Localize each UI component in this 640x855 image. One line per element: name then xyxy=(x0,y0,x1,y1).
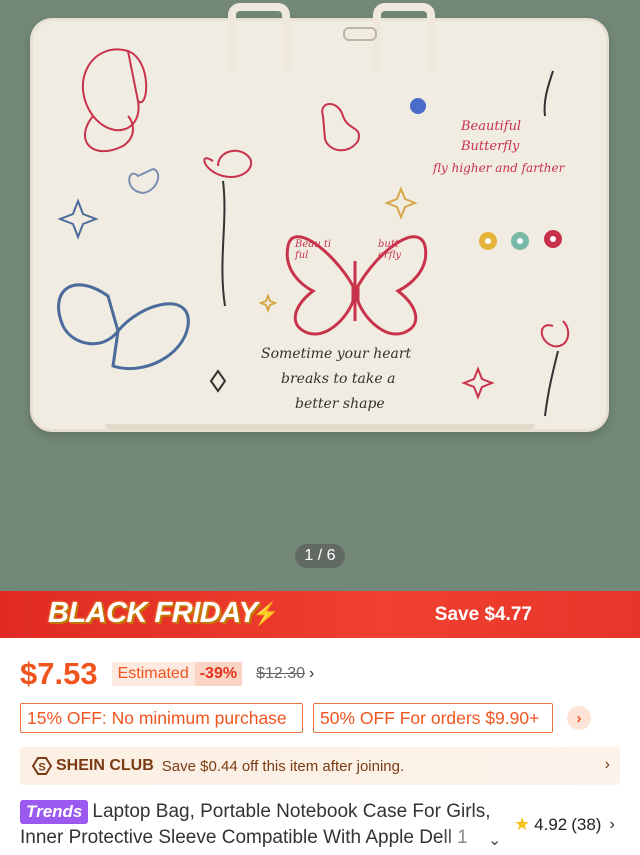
butterfly-icon xyxy=(82,48,148,153)
chevron-right-icon[interactable]: › xyxy=(309,665,314,683)
laptop-bag-image: Beautiful Butterfly fly higher and farth… xyxy=(30,3,609,432)
coupon-50-off[interactable]: 50% OFF For orders $9.90+ xyxy=(313,703,553,733)
rating-score: 4.92 xyxy=(534,814,568,834)
rating-count: (38) xyxy=(571,814,602,834)
bag-bottom-edge xyxy=(105,424,535,430)
bag-wing-text-left: Beau ti ful xyxy=(295,239,332,261)
current-price: $7.53 xyxy=(20,656,98,691)
title-fade-overlay xyxy=(440,823,515,853)
trends-badge: Trends xyxy=(20,800,89,824)
bag-text-beautiful: Beautiful xyxy=(461,119,522,134)
original-price[interactable]: $12.30 xyxy=(256,665,305,683)
bag-quote-line3: better shape xyxy=(295,396,385,412)
image-pager-indicator: 1 / 6 xyxy=(295,544,345,568)
chevron-right-icon: › xyxy=(609,815,615,833)
shein-club-banner[interactable]: S SHEIN CLUB Save $0.44 off this item af… xyxy=(20,747,620,785)
svg-text:S: S xyxy=(38,762,45,774)
estimated-label: Estimated xyxy=(117,665,189,682)
promo-save-amount: Save $4.77 xyxy=(434,604,532,625)
bag-text-fly-higher: fly higher and farther xyxy=(433,161,565,175)
black-friday-title: BLACK FRIDAY xyxy=(48,597,258,629)
estimated-badge: Estimated -39% xyxy=(111,662,243,686)
product-image-gallery[interactable]: Beautiful Butterfly fly higher and farth… xyxy=(0,0,640,591)
expand-title-icon[interactable]: ⌄ xyxy=(488,830,501,850)
black-friday-banner[interactable]: BLACK FRIDAY ⚡ Save $4.77 xyxy=(0,591,640,638)
discount-percent: -39% xyxy=(194,662,243,686)
coupon-15-off[interactable]: 15% OFF: No minimum purchase xyxy=(20,703,303,733)
shein-club-logo-icon: S xyxy=(32,757,52,775)
bag-quote-line1: Sometime your heart xyxy=(261,346,412,362)
sparkle-icon: ⚡ xyxy=(252,601,280,626)
bag-text-butterfly: Butterfly xyxy=(461,139,520,154)
club-offer-text: Save $0.44 off this item after joining. xyxy=(161,757,405,775)
bag-illustrations xyxy=(57,48,570,417)
rating-summary[interactable]: ★ 4.92 (38) › xyxy=(514,814,615,835)
product-title[interactable]: Trends Laptop Bag, Portable Notebook Case… xyxy=(20,799,510,851)
price-row: $7.53 Estimated -39% $12.30 › xyxy=(20,654,314,694)
chevron-right-icon: › xyxy=(604,756,610,773)
bag-wing-text-right: butt erfly xyxy=(378,239,402,261)
bag-quote-line2: breaks to take a xyxy=(281,371,396,387)
club-name: SHEIN CLUB xyxy=(56,757,154,774)
star-icon: ★ xyxy=(514,814,531,834)
more-coupons-button[interactable]: › xyxy=(567,706,591,730)
product-title-text: Laptop Bag, Portable Notebook Case For G… xyxy=(20,801,491,848)
